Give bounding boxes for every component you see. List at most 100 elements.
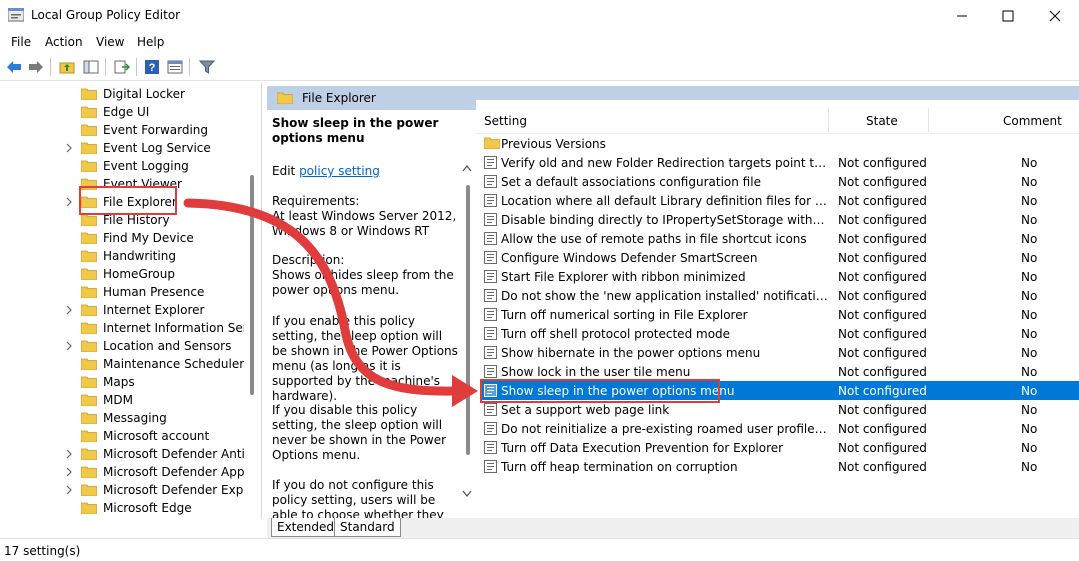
policy-row[interactable]: Show hibernate in the power options menu… [480,343,1079,362]
policy-name: Turn off shell protocol protected mode [501,327,731,341]
tree-item[interactable]: Internet Explorer [0,301,245,319]
forward-button[interactable] [27,58,45,76]
tree-item[interactable]: MDM [0,391,245,409]
policy-row[interactable]: Do not reinitialize a pre-existing roame… [480,419,1079,438]
up-folder-icon [59,62,75,74]
tree-item[interactable]: HomeGroup [0,265,245,283]
show-hide-tree-button[interactable] [82,58,100,76]
tree-item[interactable]: Messaging [0,409,245,427]
policy-state: Not configured [838,175,927,189]
tree-item[interactable]: Event Logging [0,157,245,175]
chevron-right-icon[interactable] [64,340,74,352]
settings-list: Setting State Comment Previous Versions V… [476,100,1079,518]
column-separator[interactable] [928,108,929,132]
tree-item[interactable]: Microsoft Edge [0,499,245,517]
toolbar-separator [136,58,137,76]
export-list-button[interactable] [113,58,131,76]
help-button[interactable]: ? [143,58,161,76]
folder-icon [81,322,97,334]
column-state[interactable]: State [866,114,898,128]
policy-row[interactable]: Turn off shell protocol protected mode No… [480,324,1079,343]
policy-row[interactable]: Turn off Data Execution Prevention for E… [480,438,1079,457]
show-hide-tree-icon [83,60,99,74]
policy-title: Show sleep in the power options menu [272,116,439,145]
tree-item-label: File History [103,213,170,227]
properties-button[interactable] [166,58,184,76]
chevron-right-icon[interactable] [64,196,74,208]
tree-item-label: Maintenance Scheduler [103,357,245,371]
menu-file[interactable]: File [11,35,31,49]
tree-item-label: Internet Information Servic [103,321,262,335]
policy-row[interactable]: Turn off heap termination on corruption N… [480,457,1079,476]
policy-name: Turn off numerical sorting in File Explo… [501,308,748,322]
policy-setting-icon [484,232,497,245]
tree-item[interactable]: Find My Device [0,229,245,247]
policy-row[interactable]: Allow the use of remote paths in file sh… [480,229,1079,248]
tree-item[interactable]: Maintenance Scheduler [0,355,245,373]
tree-item[interactable]: Maps [0,373,245,391]
tree-item[interactable]: Microsoft Defender Exploit [0,481,261,499]
policy-setting-icon [484,251,497,264]
tree-item[interactable]: Human Presence [0,283,245,301]
tree-item[interactable]: Internet Information Servic [0,319,261,337]
tab-extended[interactable]: Extended [271,518,340,537]
policy-row[interactable]: Start File Explorer with ribbon minimize… [480,267,1079,286]
back-button[interactable] [5,58,23,76]
policy-row[interactable]: Do not show the 'new application install… [480,286,1079,305]
column-setting[interactable]: Setting [484,114,527,128]
policy-comment: No [1021,403,1038,417]
chevron-right-icon[interactable] [64,466,74,478]
policy-row[interactable]: Verify old and new Folder Redirection ta… [480,153,1079,172]
tree-item[interactable]: Edge UI [0,103,245,121]
chevron-right-icon[interactable] [64,448,74,460]
folder-row-label: Previous Versions [501,137,606,151]
list-folder-row[interactable]: Previous Versions [480,134,1079,153]
chevron-right-icon[interactable] [64,304,74,316]
policy-row[interactable]: Location where all default Library defin… [480,191,1079,210]
tree-item[interactable]: Microsoft account [0,427,245,445]
column-separator[interactable] [828,108,829,132]
tree-item-label: Internet Explorer [103,303,205,317]
tree-item[interactable]: Location and Sensors [0,337,245,355]
tree-item[interactable]: Microsoft Defender Antivir [0,445,260,463]
tab-standard[interactable]: Standard [334,518,401,537]
tree-scroll-thumb[interactable] [250,175,254,395]
column-comment[interactable]: Comment [1003,114,1062,128]
close-button[interactable] [1032,0,1078,31]
minimize-button[interactable] [939,0,985,31]
up-one-level-button[interactable] [58,58,76,76]
edit-policy-line: Edit policy setting [272,164,380,178]
filter-icon [199,60,215,74]
policy-setting-icon [484,194,497,207]
maximize-button[interactable] [985,0,1031,31]
folder-icon [81,394,97,406]
tree-item[interactable]: Event Forwarding [0,121,245,139]
menu-action[interactable]: Action [45,35,83,49]
policy-comment: No [1021,460,1038,474]
policy-row[interactable]: Disable binding directly to IPropertySet… [480,210,1079,229]
chevron-right-icon[interactable] [64,142,74,154]
tree-item[interactable]: Handwriting [0,247,245,265]
tree-item[interactable]: Microsoft Defender Applic [0,463,258,481]
chevron-right-icon[interactable] [64,484,74,496]
folder-icon [81,430,97,442]
folder-icon [81,412,97,424]
tree-horizontal-scrollbar[interactable] [0,519,262,538]
policy-setting-link[interactable]: policy setting [299,164,380,178]
tree-item-label: Location and Sensors [103,339,232,353]
tree-item[interactable]: Event Log Service [0,139,245,157]
tree-item[interactable]: Digital Locker [0,85,245,103]
scroll-up-icon[interactable] [462,164,472,172]
policy-row[interactable]: Set a default associations configuration… [480,172,1079,191]
policy-setting-icon [484,175,497,188]
policy-row[interactable]: Configure Windows Defender SmartScreen No… [480,248,1079,267]
policy-row[interactable]: Turn off numerical sorting in File Explo… [480,305,1079,324]
policy-comment: No [1021,441,1038,455]
scroll-down-icon[interactable] [462,490,472,498]
filter-button[interactable] [198,58,216,76]
tree-item-label: Messaging [103,411,167,425]
menu-view[interactable]: View [96,35,124,49]
menu-help[interactable]: Help [137,35,164,49]
policy-setting-icon [484,422,497,435]
description-scroll-thumb[interactable] [466,185,470,455]
